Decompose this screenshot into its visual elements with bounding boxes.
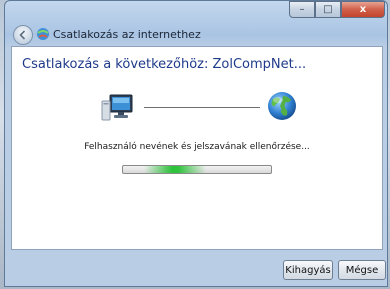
maximize-button[interactable]: □ xyxy=(315,1,341,18)
progress-bar xyxy=(122,165,272,174)
progress-glow xyxy=(143,166,206,173)
cancel-button[interactable]: Mégse xyxy=(338,260,386,280)
back-arrow-icon[interactable] xyxy=(13,25,33,45)
caption-buttons: – □ x xyxy=(289,1,385,19)
minimize-button[interactable]: – xyxy=(289,1,315,18)
computer-icon xyxy=(101,94,133,121)
title-bar: – □ x xyxy=(5,1,387,31)
content-panel: Csatlakozás a következőhöz: ZolCompNet..… xyxy=(11,46,383,250)
skip-button[interactable]: Kihagyás xyxy=(283,260,333,280)
connecting-heading: Csatlakozás a következőhöz: ZolCompNet..… xyxy=(22,57,307,72)
close-button[interactable]: x xyxy=(341,1,385,18)
connect-dialog: – □ x Csatlakozás az internethez Csatlak… xyxy=(4,0,388,287)
network-icon xyxy=(37,28,49,40)
button-bar: Kihagyás Mégse xyxy=(11,250,386,286)
window-title: Csatlakozás az internethez xyxy=(53,28,201,41)
status-text: Felhasználó nevének és jelszavának ellen… xyxy=(84,142,310,152)
connection-line xyxy=(144,107,260,108)
globe-icon xyxy=(268,92,296,120)
